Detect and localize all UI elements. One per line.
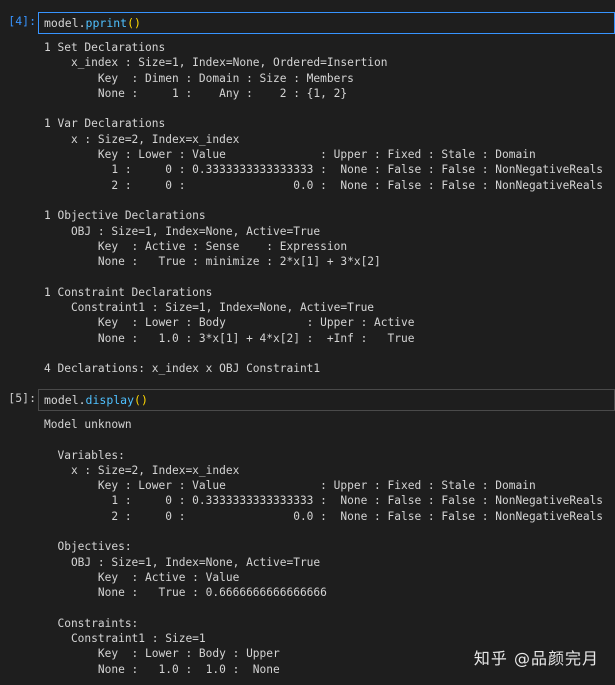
- method-pprint: pprint: [85, 16, 128, 30]
- output-4: 1 Set Declarations x_index : Size=1, Ind…: [44, 41, 604, 376]
- output-5: Model unknown Variables: x : Size=2, Ind…: [44, 418, 604, 676]
- code-input-4[interactable]: model.pprint(): [38, 12, 615, 34]
- execution-count-4: [4]:: [8, 14, 36, 28]
- code-text-5: model.display(): [44, 393, 148, 407]
- execution-count-5: [5]:: [8, 391, 36, 405]
- code-text-4: model.pprint(): [44, 16, 141, 30]
- watermark: 知乎 @品颜完月: [473, 649, 599, 668]
- code-input-5[interactable]: model.display(): [38, 389, 615, 411]
- method-display: display: [85, 393, 135, 407]
